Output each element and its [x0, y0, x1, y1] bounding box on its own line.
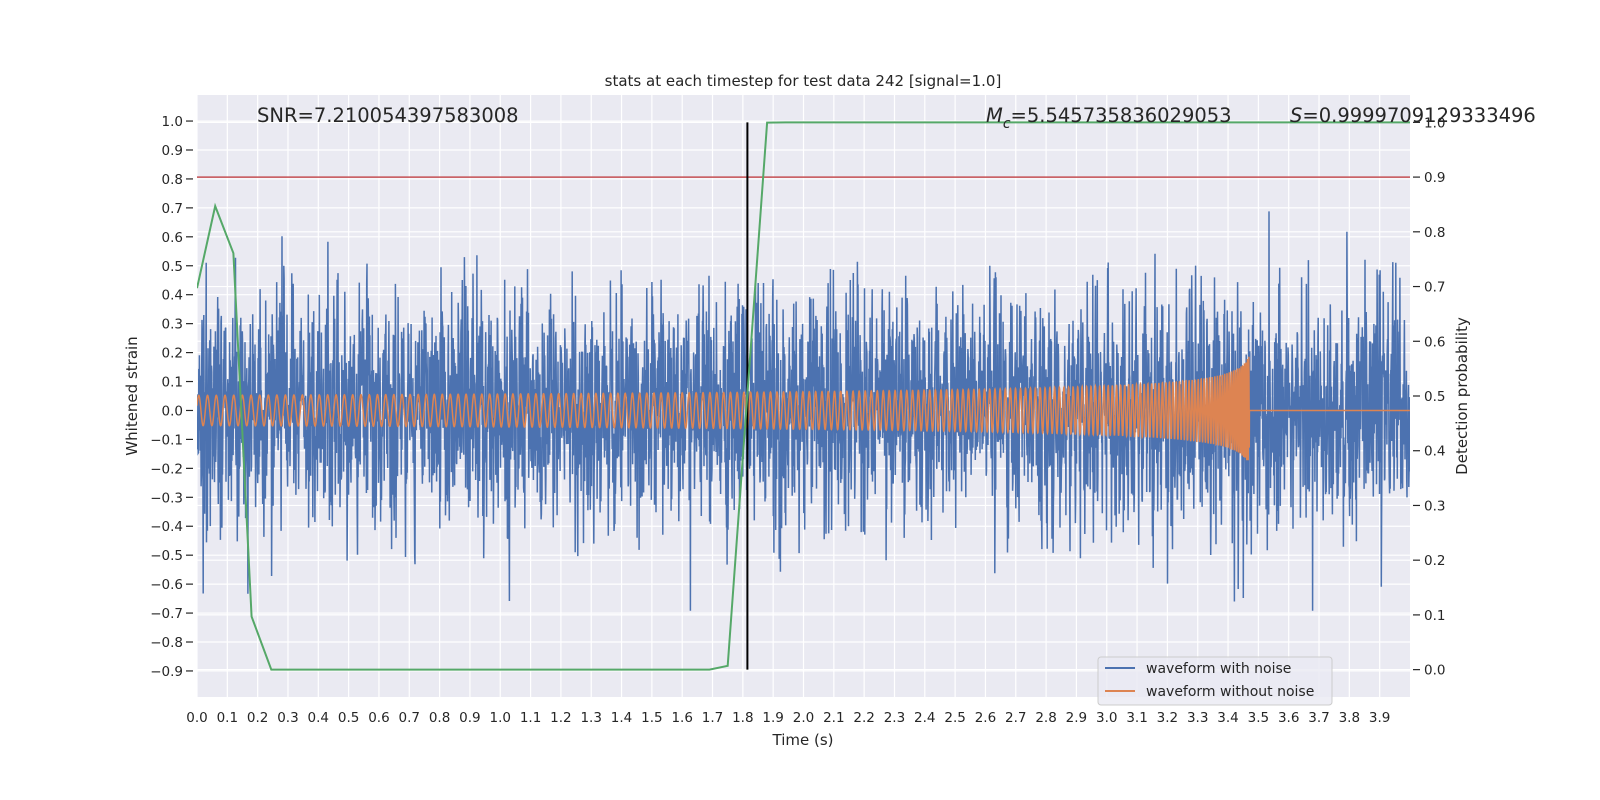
x-tick-label: 1.8	[732, 710, 753, 726]
y-right-tick-label: 0.9	[1424, 170, 1445, 186]
x-tick-label: 1.9	[762, 710, 783, 726]
x-tick-label: 3.1	[1126, 710, 1147, 726]
y-tick-label: −0.7	[150, 606, 183, 622]
x-tick-label: 0.0	[186, 710, 207, 726]
x-tick-label: 0.5	[338, 710, 359, 726]
mc-value: =5.545735836029053	[1011, 104, 1232, 127]
y-tick-label: 0.8	[162, 172, 183, 188]
x-tick-label: 0.7	[399, 710, 420, 726]
y-right-tick-label: 0.8	[1424, 225, 1445, 241]
y-tick-label: 0.3	[162, 317, 183, 333]
y-tick-label: 1.0	[162, 114, 183, 130]
x-axis-label: Time (s)	[772, 731, 834, 749]
legend-label-clean: waveform without noise	[1146, 684, 1314, 700]
x-tick-label: 3.6	[1278, 710, 1299, 726]
y-tick-label: 0.7	[162, 201, 183, 217]
x-tick-label: 0.6	[368, 710, 389, 726]
y-tick-label: −0.5	[150, 548, 183, 564]
x-tick-label: 3.2	[1157, 710, 1178, 726]
x-tick-label: 0.4	[308, 710, 329, 726]
x-tick-label: 1.5	[641, 710, 662, 726]
x-tick-label: 1.1	[520, 710, 541, 726]
mc-symbol: M	[986, 104, 1003, 127]
y-tick-label: −0.2	[150, 461, 183, 477]
x-tick-label: 2.0	[793, 710, 814, 726]
x-tick-label: 2.6	[975, 710, 996, 726]
x-tick-label: 3.0	[1096, 710, 1117, 726]
x-tick-label: 0.3	[277, 710, 298, 726]
y-right-tick-label: 0.0	[1424, 663, 1445, 679]
legend: waveform with noise waveform without noi…	[1097, 656, 1333, 706]
x-tick-label: 1.2	[550, 710, 571, 726]
s-value: =0.9999709129333496	[1302, 104, 1535, 127]
x-tick-label: 2.1	[823, 710, 844, 726]
y-right-tick-label: 0.7	[1424, 280, 1445, 296]
y-right-tick-label: 0.2	[1424, 553, 1445, 569]
x-tick-label: 2.7	[1005, 710, 1026, 726]
x-tick-label: 1.0	[490, 710, 511, 726]
chart: 0.0 0.1 0.2 0.3 0.4 0.5 0.6 0.7 0.8 0.9 1.0 1.1 1.2 1…	[123, 72, 1536, 749]
x-tick-label: 0.8	[429, 710, 450, 726]
y-tick-label: −0.3	[150, 490, 183, 506]
x-tick-label: 1.7	[702, 710, 723, 726]
y-tick-label: −0.9	[150, 664, 183, 680]
x-tick-label: 2.8	[1035, 710, 1056, 726]
y-tick-label: −0.4	[150, 519, 183, 535]
x-tick-label: 2.9	[1066, 710, 1087, 726]
x-tick-label: 0.9	[459, 710, 480, 726]
y-right-tick-label: 0.1	[1424, 608, 1445, 624]
y-tick-label: 0.9	[162, 143, 183, 159]
x-tick-label: 1.6	[671, 710, 692, 726]
y-tick-label: 0.1	[162, 375, 183, 391]
score-annotation: S=0.9999709129333496	[1290, 104, 1536, 127]
y-tick-label: 0.2	[162, 346, 183, 362]
x-tick-label: 3.8	[1339, 710, 1360, 726]
s-symbol: S	[1290, 104, 1302, 127]
legend-label-noise: waveform with noise	[1146, 661, 1291, 677]
x-tick-label: 3.3	[1187, 710, 1208, 726]
x-tick-label: 2.4	[914, 710, 935, 726]
y-tick-label: 0.5	[162, 259, 183, 275]
x-tick-label: 1.3	[580, 710, 601, 726]
x-tick-label: 1.4	[611, 710, 632, 726]
x-tick-label: 2.2	[853, 710, 874, 726]
x-tick-label: 2.3	[884, 710, 905, 726]
y-axis-label: Whitened strain	[123, 336, 141, 455]
x-tick-label: 0.2	[247, 710, 268, 726]
x-tick-label: 3.9	[1369, 710, 1390, 726]
snr-annotation: SNR=7.210054397583008	[257, 104, 519, 127]
y-tick-label: 0.6	[162, 230, 183, 246]
y-tick-label: −0.6	[150, 577, 183, 593]
x-tick-label: 3.7	[1308, 710, 1329, 726]
y-right-tick-label: 0.3	[1424, 498, 1445, 514]
y-tick-label: −0.1	[150, 432, 183, 448]
x-tick-label: 0.1	[217, 710, 238, 726]
chart-title: stats at each timestep for test data 242…	[605, 72, 1002, 90]
x-tick-label: 3.5	[1248, 710, 1269, 726]
y-right-tick-label: 0.5	[1424, 389, 1445, 405]
x-tick-label: 3.4	[1217, 710, 1238, 726]
y-tick-label: −0.8	[150, 635, 183, 651]
x-tick-label: 2.5	[944, 710, 965, 726]
y-right-tick-label: 0.6	[1424, 334, 1445, 350]
y-right-tick-label: 0.4	[1424, 444, 1445, 460]
y-axis-right-label: Detection probability	[1453, 317, 1471, 475]
y-tick-label: 0.4	[162, 288, 183, 304]
y-tick-label: 0.0	[162, 403, 183, 419]
